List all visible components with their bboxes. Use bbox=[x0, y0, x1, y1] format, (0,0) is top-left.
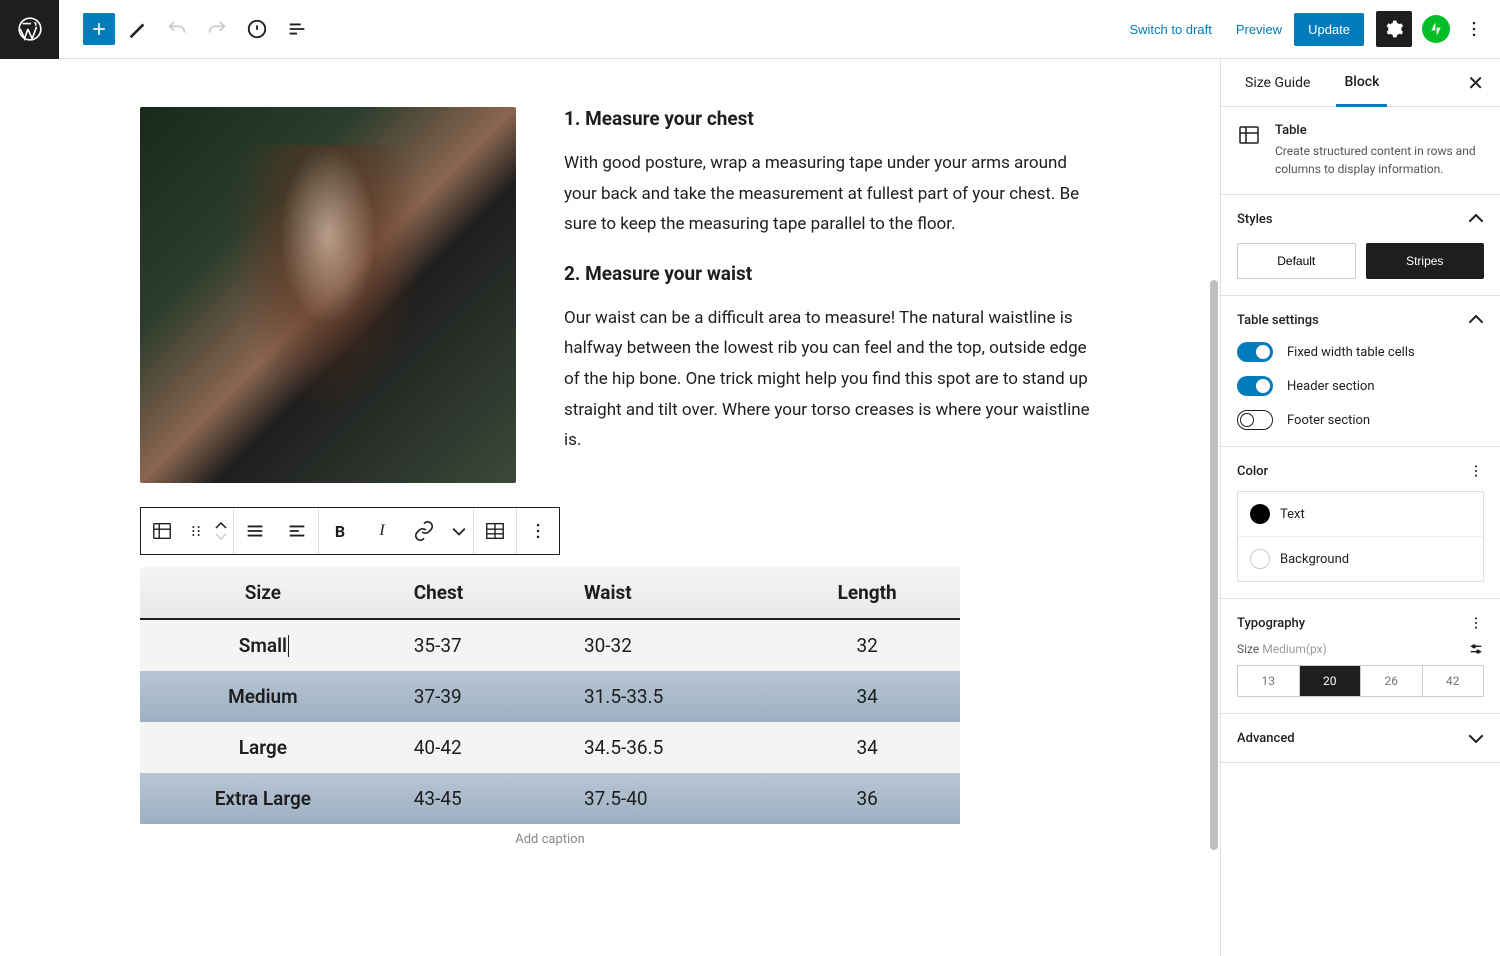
color-panel: Color Text Background bbox=[1221, 447, 1500, 599]
editor-topbar: Switch to draft Preview Update bbox=[0, 0, 1500, 59]
settings-slider-icon[interactable] bbox=[1468, 641, 1484, 657]
edit-table-icon[interactable] bbox=[474, 508, 516, 554]
size-seg-26[interactable]: 26 bbox=[1361, 666, 1423, 696]
chevron-up-icon bbox=[1468, 211, 1484, 227]
paragraph-1[interactable]: With good posture, wrap a measuring tape… bbox=[564, 148, 1090, 240]
size-seg-20[interactable]: 20 bbox=[1300, 666, 1362, 696]
update-button[interactable]: Update bbox=[1294, 13, 1364, 46]
editor-canvas[interactable]: 1. Measure your chest With good posture,… bbox=[0, 59, 1220, 956]
tools-icon[interactable] bbox=[119, 11, 155, 47]
more-options-icon[interactable] bbox=[1456, 11, 1492, 47]
style-stripes-button[interactable]: Stripes bbox=[1366, 243, 1485, 279]
jetpack-icon[interactable] bbox=[1422, 15, 1450, 43]
close-sidebar-icon[interactable]: ✕ bbox=[1467, 71, 1484, 95]
align-icon[interactable] bbox=[234, 508, 276, 554]
redo-icon bbox=[199, 11, 235, 47]
tab-document[interactable]: Size Guide bbox=[1237, 61, 1318, 105]
drag-handle-icon[interactable] bbox=[183, 508, 209, 554]
heading-2[interactable]: 2. Measure your waist bbox=[564, 262, 1090, 285]
size-seg-42[interactable]: 42 bbox=[1423, 666, 1484, 696]
style-default-button[interactable]: Default bbox=[1237, 243, 1356, 279]
advanced-panel[interactable]: Advanced bbox=[1221, 714, 1500, 763]
more-vertical-icon[interactable] bbox=[1468, 463, 1484, 479]
block-name: Table bbox=[1275, 123, 1484, 138]
wordpress-logo[interactable] bbox=[0, 0, 59, 59]
tab-block[interactable]: Block bbox=[1336, 60, 1387, 107]
table-header[interactable]: Size bbox=[140, 567, 386, 619]
switch-to-draft-button[interactable]: Switch to draft bbox=[1117, 14, 1223, 45]
settings-sidebar: Size Guide Block ✕ Table Create structur… bbox=[1220, 59, 1500, 956]
text-color-row[interactable]: Text bbox=[1238, 492, 1483, 537]
table-header[interactable]: Chest bbox=[386, 567, 556, 619]
typography-panel: Typography Size Medium(px) 13 20 26 42 bbox=[1221, 599, 1500, 714]
table-header[interactable]: Waist bbox=[556, 567, 774, 619]
chevron-up-icon bbox=[1468, 312, 1484, 328]
background-color-row[interactable]: Background bbox=[1238, 537, 1483, 581]
link-icon[interactable] bbox=[403, 508, 445, 554]
header-section-toggle[interactable] bbox=[1237, 376, 1273, 396]
table-header[interactable]: Length bbox=[774, 567, 960, 619]
add-block-button[interactable] bbox=[83, 13, 115, 45]
list-view-icon[interactable] bbox=[279, 11, 315, 47]
table-row: Small 35-37 30-32 32 bbox=[140, 619, 960, 671]
block-type-icon[interactable] bbox=[141, 508, 183, 554]
footer-section-toggle[interactable] bbox=[1237, 410, 1273, 430]
bold-icon[interactable]: B bbox=[319, 508, 361, 554]
italic-icon[interactable]: I bbox=[361, 508, 403, 554]
fixed-width-toggle[interactable] bbox=[1237, 342, 1273, 362]
size-seg-13[interactable]: 13 bbox=[1238, 666, 1300, 696]
scrollbar[interactable] bbox=[1210, 280, 1218, 850]
block-description: Create structured content in rows and co… bbox=[1275, 142, 1484, 178]
heading-1[interactable]: 1. Measure your chest bbox=[564, 107, 1090, 130]
table-caption-input[interactable]: Add caption bbox=[140, 824, 960, 855]
styles-panel: Styles Default Stripes bbox=[1221, 195, 1500, 296]
more-formatting-icon[interactable] bbox=[445, 508, 473, 554]
paragraph-2[interactable]: Our waist can be a difficult area to mea… bbox=[564, 303, 1090, 456]
color-panel-header[interactable]: Color bbox=[1237, 463, 1484, 479]
text-color-swatch bbox=[1250, 504, 1270, 524]
background-color-swatch bbox=[1250, 549, 1270, 569]
table-settings-toggle[interactable]: Table settings bbox=[1237, 312, 1484, 328]
featured-image[interactable] bbox=[140, 107, 516, 483]
size-table[interactable]: Size Chest Waist Length Small 35-37 30-3… bbox=[140, 567, 960, 824]
block-toolbar: B I bbox=[140, 507, 560, 555]
table-block-icon bbox=[1237, 123, 1261, 178]
table-settings-panel: Table settings Fixed width table cells H… bbox=[1221, 296, 1500, 447]
sidebar-tabs: Size Guide Block ✕ bbox=[1221, 59, 1500, 107]
block-more-icon[interactable] bbox=[517, 508, 559, 554]
typography-header[interactable]: Typography bbox=[1237, 615, 1484, 631]
column-align-icon[interactable] bbox=[276, 508, 318, 554]
settings-button[interactable] bbox=[1376, 11, 1412, 47]
move-up-down-icon[interactable] bbox=[209, 508, 233, 554]
document-overview-icon[interactable] bbox=[239, 11, 275, 47]
undo-icon bbox=[159, 11, 195, 47]
preview-button[interactable]: Preview bbox=[1224, 14, 1294, 45]
more-vertical-icon[interactable] bbox=[1468, 615, 1484, 631]
chevron-down-icon bbox=[1468, 730, 1484, 746]
block-info-panel: Table Create structured content in rows … bbox=[1221, 107, 1500, 195]
table-row: Large 40-42 34.5-36.5 34 bbox=[140, 722, 960, 773]
styles-toggle[interactable]: Styles bbox=[1237, 211, 1484, 227]
table-row: Extra Large 43-45 37.5-40 36 bbox=[140, 773, 960, 824]
table-row: Medium 37-39 31.5-33.5 34 bbox=[140, 671, 960, 722]
